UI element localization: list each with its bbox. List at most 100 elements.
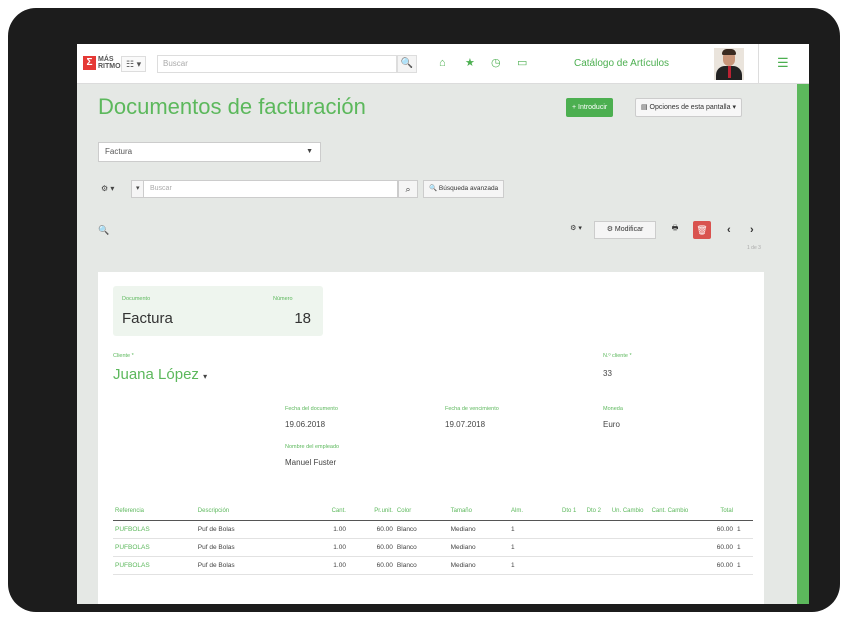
column-header: Referencia: [113, 492, 196, 521]
global-search-input[interactable]: Buscar: [157, 55, 397, 73]
avatar-tie: [728, 66, 731, 78]
app-screen: Σ MÁS RITMO ☷ ▾ Buscar 🔍 ⌂ ★ ◷ ▭ Catálog…: [77, 44, 809, 604]
column-header: Total: [690, 492, 735, 521]
color-cell: Blanco: [394, 538, 449, 557]
navbar-divider: [758, 44, 759, 84]
description-cell: Puf de Bolas: [195, 556, 299, 575]
table-row[interactable]: PUFBOLAS Puf de Bolas 1.00 60.00 Blanco …: [113, 556, 753, 575]
home-icon[interactable]: ⌂: [439, 56, 446, 70]
caret-down-icon: ▾: [203, 372, 208, 381]
reference-link[interactable]: PUFBOLAS: [113, 520, 196, 539]
description-cell: Puf de Bolas: [195, 538, 299, 557]
issue-date: 19.06.2018: [285, 420, 326, 429]
warehouse-cell: 1: [509, 538, 539, 557]
column-header: Descripción: [195, 492, 299, 521]
column-header: Cant.: [298, 492, 348, 521]
record-settings-button[interactable]: ⚙ ▾: [564, 221, 588, 239]
exchange-unit-cell: [602, 520, 646, 539]
total-cell: 60.00: [690, 520, 735, 539]
color-cell: Blanco: [394, 556, 449, 575]
size-cell: Mediano: [448, 520, 510, 539]
client-label: Cliente *: [113, 353, 134, 359]
reference-link[interactable]: PUFBOLAS: [113, 538, 196, 557]
exchange-unit-cell: [602, 538, 646, 557]
extra-cell: 1: [735, 556, 753, 575]
client-code: 33: [603, 369, 612, 378]
modify-button[interactable]: ⚙ Modificar: [594, 221, 656, 239]
employee-label: Nombre del empleado: [285, 444, 340, 450]
new-document-button[interactable]: + Introducir: [566, 98, 614, 117]
user-avatar[interactable]: [714, 48, 744, 80]
delete-icon[interactable]: 🗑: [693, 221, 711, 239]
table-row[interactable]: PUFBOLAS Puf de Bolas 1.00 60.00 Blanco …: [113, 538, 753, 557]
column-header: Tamaño: [448, 492, 510, 521]
search-icon[interactable]: 🔍: [397, 55, 417, 73]
extra-cell: 1: [735, 520, 753, 539]
color-cell: Blanco: [394, 520, 449, 539]
warehouse-cell: 1: [509, 520, 539, 539]
discount2-cell: [578, 520, 603, 539]
side-accent-strip: [797, 84, 809, 604]
exchange-qty-cell: [645, 520, 691, 539]
extra-cell: 1: [735, 538, 753, 557]
clock-icon[interactable]: ◷: [491, 56, 501, 70]
reference-link[interactable]: PUFBOLAS: [113, 556, 196, 575]
apps-menu-button[interactable]: ☷ ▾: [121, 56, 147, 72]
client-name-link[interactable]: Juana López ▾: [113, 366, 207, 383]
filter-settings-button[interactable]: ⚙ ▾: [98, 180, 117, 198]
screen-options-button[interactable]: ▤ Opciones de esta pantalla ▾: [635, 98, 742, 117]
filter-search-input[interactable]: Buscar: [143, 180, 398, 198]
calendar-icon[interactable]: ▭: [517, 56, 527, 70]
exchange-unit-cell: [602, 556, 646, 575]
column-header: Alm.: [509, 492, 539, 521]
print-icon[interactable]: 🖶: [663, 221, 687, 239]
filter-search-icon[interactable]: ⌕: [398, 180, 418, 198]
size-cell: Mediano: [448, 556, 510, 575]
column-header: Color: [394, 492, 449, 521]
catalog-link[interactable]: Catálogo de Artículos: [574, 58, 669, 69]
size-cell: Mediano: [448, 538, 510, 557]
number-label: Número: [273, 296, 293, 302]
top-navbar: Σ MÁS RITMO ☷ ▾ Buscar 🔍 ⌂ ★ ◷ ▭ Catálog…: [77, 44, 809, 84]
exchange-qty-cell: [645, 556, 691, 575]
avatar-hair: [722, 49, 736, 55]
total-cell: 60.00: [690, 556, 735, 575]
column-header: Dto 2: [578, 492, 603, 521]
app-logo[interactable]: Σ MÁS RITMO: [83, 56, 121, 70]
client-code-label: N.º cliente *: [603, 353, 632, 359]
quantity-cell: 1.00: [298, 556, 348, 575]
logo-mark-icon: Σ: [83, 56, 96, 70]
discount1-cell: [538, 520, 579, 539]
column-header: Pr.unit.: [347, 492, 395, 521]
document-type: Factura: [122, 310, 173, 327]
discount2-cell: [578, 556, 603, 575]
table-row[interactable]: PUFBOLAS Puf de Bolas 1.00 60.00 Blanco …: [113, 520, 753, 539]
advanced-search-button[interactable]: 🔍 Búsqueda avanzada: [423, 180, 505, 198]
warehouse-cell: 1: [509, 556, 539, 575]
due-date: 19.07.2018: [445, 420, 486, 429]
quantity-cell: 1.00: [298, 538, 348, 557]
hamburger-menu-icon[interactable]: ☰: [777, 56, 789, 70]
quantity-cell: 1.00: [298, 520, 348, 539]
star-icon[interactable]: ★: [465, 56, 475, 70]
discount1-cell: [538, 538, 579, 557]
due-date-label: Fecha de vencimiento: [445, 406, 499, 412]
previous-record-button[interactable]: ‹: [727, 222, 731, 238]
column-header: Cant. Cambio: [645, 492, 691, 521]
table-header-row: Referencia Descripción Cant. Pr.unit. Co…: [113, 492, 753, 521]
next-record-button[interactable]: ›: [750, 222, 754, 238]
client-name-text: Juana López: [113, 366, 199, 383]
column-header: [735, 492, 753, 521]
issue-date-label: Fecha del documento: [285, 406, 338, 412]
unit-price-cell: 60.00: [347, 538, 395, 557]
zoom-icon[interactable]: 🔍: [98, 222, 114, 238]
chevron-down-icon: ▼: [306, 148, 313, 155]
document-type-select[interactable]: Factura ▼: [98, 142, 321, 162]
currency-label: Moneda: [603, 406, 623, 412]
column-header: Dto 1: [538, 492, 579, 521]
employee-name: Manuel Fuster: [285, 458, 337, 467]
discount1-cell: [538, 556, 579, 575]
exchange-qty-cell: [645, 538, 691, 557]
document-label: Documento: [122, 296, 151, 302]
discount2-cell: [578, 538, 603, 557]
